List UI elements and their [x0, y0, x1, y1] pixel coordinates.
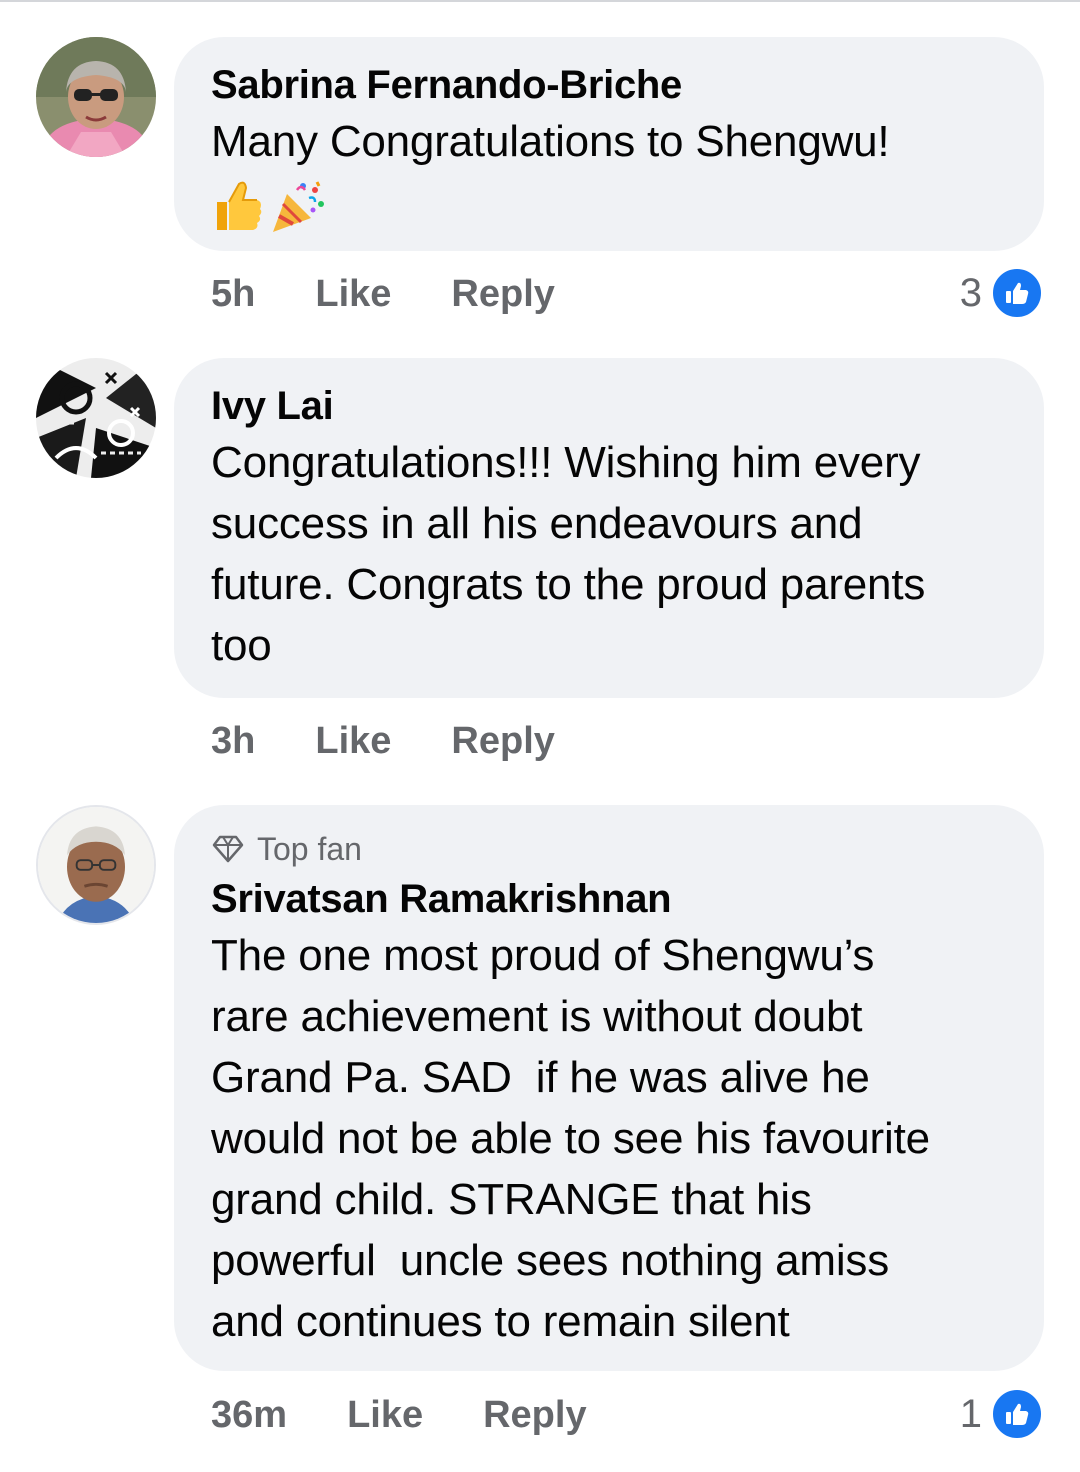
top-divider — [0, 0, 1080, 2]
comment-bubble: Top fan Srivatsan Ramakrishnan The one m… — [174, 805, 1044, 1371]
comment-timestamp[interactable]: 36m — [211, 1394, 287, 1437]
comment-text: Congratulations!!! Wishing him every suc… — [211, 438, 926, 670]
reply-button[interactable]: Reply — [483, 1394, 586, 1437]
like-reaction-icon — [990, 1387, 1044, 1441]
diamond-icon — [212, 835, 244, 863]
like-button[interactable]: Like — [315, 273, 391, 316]
comment-text: The one most proud of Shengwu’s rare ach… — [211, 931, 930, 1346]
reaction-summary[interactable]: 3 — [960, 266, 1044, 320]
reply-button[interactable]: Reply — [451, 273, 554, 316]
comment-timestamp[interactable]: 5h — [211, 273, 255, 316]
comment-author[interactable]: Sabrina Fernando-Briche — [211, 59, 1014, 111]
avatar[interactable] — [36, 805, 156, 925]
reaction-count: 3 — [959, 270, 982, 315]
party-popper-emoji — [273, 181, 324, 232]
like-reaction-icon — [990, 266, 1044, 320]
reaction-count: 1 — [959, 1391, 982, 1436]
comment-actions: 5h Like Reply — [211, 273, 555, 316]
thumbs-up-emoji — [217, 181, 262, 230]
comment-bubble: Ivy Lai Congratulations!!! Wishing him e… — [174, 358, 1044, 698]
comment-bubble: Sabrina Fernando-Briche Many Congratulat… — [174, 37, 1044, 251]
comment-timestamp[interactable]: 3h — [211, 720, 255, 763]
avatar[interactable] — [36, 358, 156, 478]
badge-label: Top fan — [257, 830, 362, 867]
like-button[interactable]: Like — [347, 1394, 423, 1437]
emoji-row — [211, 174, 1014, 238]
reply-button[interactable]: Reply — [451, 720, 554, 763]
comment-actions: 3h Like Reply — [211, 720, 555, 763]
top-fan-badge: Top fan — [211, 829, 1014, 869]
comment-text: Many Congratulations to Shengwu! — [211, 117, 890, 166]
like-button[interactable]: Like — [315, 720, 391, 763]
comment-author[interactable]: Ivy Lai — [211, 380, 1014, 432]
comment-actions: 36m Like Reply — [211, 1394, 587, 1437]
reaction-summary[interactable]: 1 — [960, 1387, 1044, 1441]
avatar[interactable] — [36, 37, 156, 157]
comment-author[interactable]: Srivatsan Ramakrishnan — [211, 873, 1014, 925]
